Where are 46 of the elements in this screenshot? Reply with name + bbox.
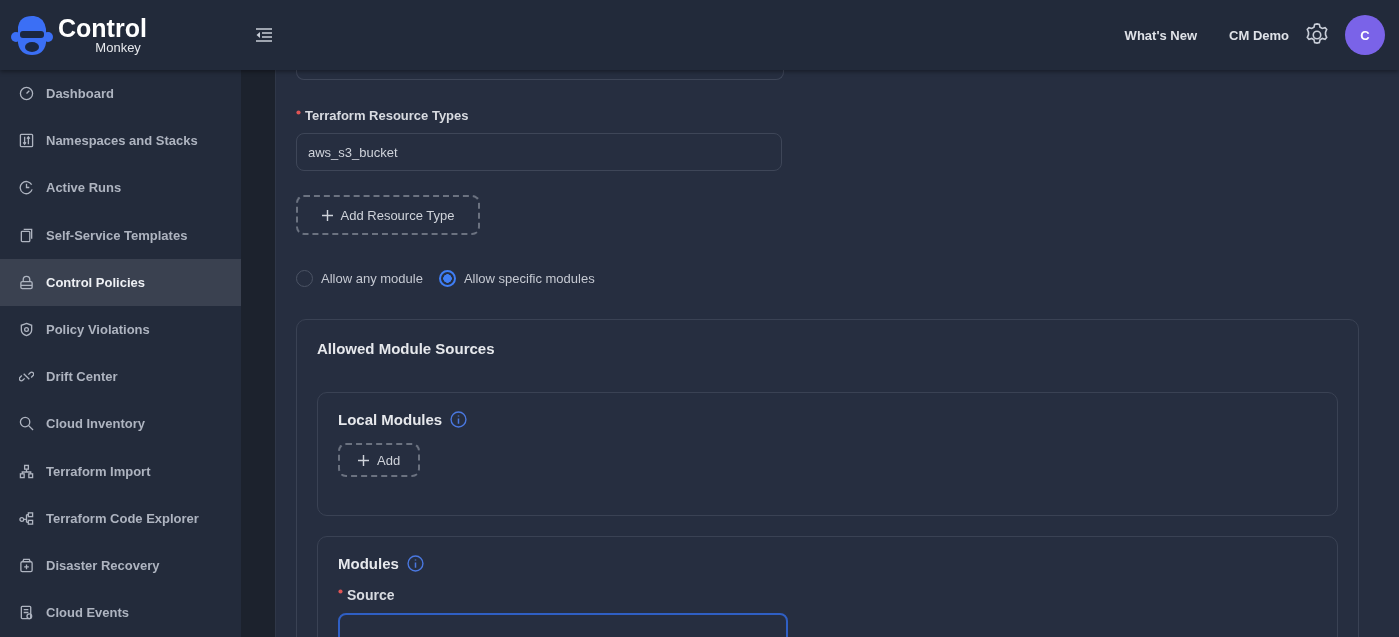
plus-icon xyxy=(321,209,333,221)
logo-subtitle: Monkey xyxy=(95,41,141,54)
nav-icon xyxy=(19,227,34,243)
sidebar-item[interactable]: Policy Violations xyxy=(0,305,241,354)
nav-icon xyxy=(19,322,34,338)
add-resource-type-button[interactable]: Add Resource Type xyxy=(296,195,480,235)
menu-icon[interactable] xyxy=(256,28,272,42)
nav-icon xyxy=(19,605,34,621)
input-field[interactable] xyxy=(338,613,788,637)
sidebar-item[interactable]: Control Policies xyxy=(0,258,241,306)
nav-icon xyxy=(19,510,34,526)
input-field[interactable]: aws_s3_bucket xyxy=(296,133,782,171)
sidebar-item[interactable]: Drift Center xyxy=(0,353,241,401)
logo-title: Control xyxy=(58,16,147,41)
input-field[interactable] xyxy=(296,70,784,80)
sidebar-item[interactable]: Terraform Import xyxy=(0,447,241,495)
header-link[interactable]: What's New xyxy=(1124,27,1198,43)
header-link[interactable]: CM Demo xyxy=(1229,27,1289,43)
section-title: Local Modules xyxy=(338,411,443,428)
sidebar-item[interactable]: Disaster Recovery xyxy=(0,541,241,590)
sidebar-item[interactable]: Namespaces and Stacks xyxy=(0,117,241,165)
sidebar-item[interactable]: Cloud Events xyxy=(0,589,241,637)
nav-icon xyxy=(19,274,34,290)
add-button[interactable]: Add xyxy=(338,443,421,477)
sidebar-item[interactable]: Cloud Inventory xyxy=(0,400,241,448)
field-label: Source xyxy=(347,587,395,603)
section-title: Allowed Module Sources xyxy=(317,340,496,357)
nav-icon xyxy=(19,86,34,102)
monkey-logo-icon xyxy=(10,13,54,57)
section-title: Modules xyxy=(338,555,399,572)
sidebar-item[interactable]: Active Runs xyxy=(0,164,241,212)
radio-option[interactable]: Allow any module xyxy=(296,270,423,287)
user-avatar[interactable]: C xyxy=(1345,15,1385,55)
search-icon xyxy=(19,416,34,432)
nav-icon xyxy=(19,133,34,149)
info-icon[interactable] xyxy=(406,555,424,572)
radio-option[interactable]: Allow specific modules xyxy=(438,270,595,287)
plus-icon xyxy=(358,454,369,466)
sidebar-item[interactable]: Terraform Code Explorer xyxy=(0,494,241,542)
field-label: Terraform Resource Types xyxy=(305,108,469,123)
nav-icon xyxy=(19,463,34,479)
sidebar-item[interactable]: Self-Service Templates xyxy=(0,211,241,259)
nav-icon xyxy=(19,180,34,196)
nav-icon xyxy=(19,557,34,573)
info-icon[interactable] xyxy=(450,411,468,428)
sidebar-item[interactable]: Dashboard xyxy=(0,70,241,118)
